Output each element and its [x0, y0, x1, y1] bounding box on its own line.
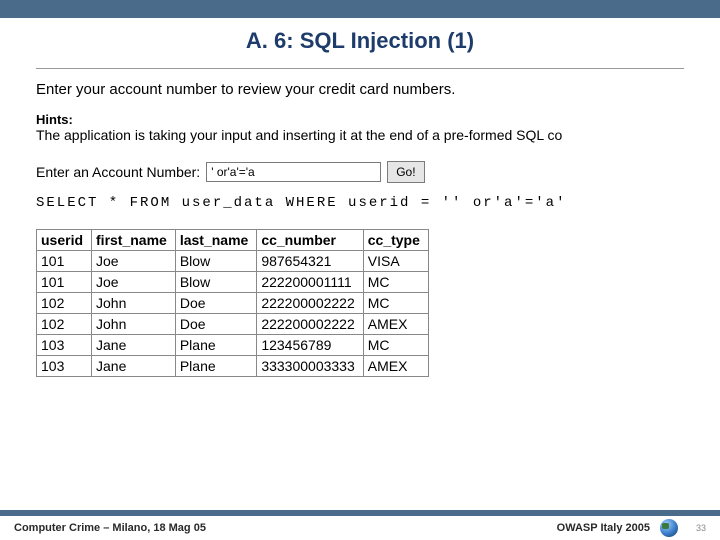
account-input[interactable] — [206, 162, 381, 182]
table-cell: Plane — [175, 335, 256, 356]
table-cell: MC — [363, 293, 428, 314]
table-cell: VISA — [363, 251, 428, 272]
col-header: first_name — [92, 230, 176, 251]
top-bar — [0, 0, 720, 18]
slide-title: A. 6: SQL Injection (1) — [0, 28, 720, 54]
table-row: 101JoeBlow987654321VISA — [37, 251, 429, 272]
table-cell: 222200002222 — [257, 293, 363, 314]
table-row: 102JohnDoe222200002222AMEX — [37, 314, 429, 335]
table-cell: 101 — [37, 251, 92, 272]
table-cell: MC — [363, 272, 428, 293]
table-cell: John — [92, 314, 176, 335]
footer-right: OWASP Italy 2005 — [557, 522, 650, 534]
table-cell: Jane — [92, 356, 176, 377]
table-cell: 222200002222 — [257, 314, 363, 335]
sql-query: SELECT * FROM user_data WHERE userid = '… — [36, 195, 684, 211]
table-row: 101JoeBlow222200001111MC — [37, 272, 429, 293]
table-row: 103JanePlane333300003333AMEX — [37, 356, 429, 377]
table-cell: Joe — [92, 251, 176, 272]
table-row: 102JohnDoe222200002222MC — [37, 293, 429, 314]
table-cell: 103 — [37, 335, 92, 356]
table-cell: Doe — [175, 293, 256, 314]
table-cell: Blow — [175, 272, 256, 293]
input-row: Enter an Account Number: Go! — [36, 161, 684, 183]
table-cell: Joe — [92, 272, 176, 293]
table-cell: AMEX — [363, 314, 428, 335]
table-cell: 102 — [37, 314, 92, 335]
table-cell: 333300003333 — [257, 356, 363, 377]
table-cell: MC — [363, 335, 428, 356]
footer: Computer Crime – Milano, 18 Mag 05 OWASP… — [0, 510, 720, 540]
table-cell: 987654321 — [257, 251, 363, 272]
col-header: cc_type — [363, 230, 428, 251]
col-header: userid — [37, 230, 92, 251]
globe-icon — [660, 519, 678, 537]
table-cell: Doe — [175, 314, 256, 335]
footer-left: Computer Crime – Milano, 18 Mag 05 — [14, 522, 206, 534]
table-cell: Jane — [92, 335, 176, 356]
col-header: last_name — [175, 230, 256, 251]
col-header: cc_number — [257, 230, 363, 251]
go-button[interactable]: Go! — [387, 161, 424, 183]
table-cell: 222200001111 — [257, 272, 363, 293]
table-row: 103JanePlane123456789MC — [37, 335, 429, 356]
table-cell: 101 — [37, 272, 92, 293]
prompt-text: Enter your account number to review your… — [36, 81, 684, 98]
hints-label: Hints: — [36, 112, 684, 127]
table-cell: 123456789 — [257, 335, 363, 356]
divider — [36, 68, 684, 69]
table-cell: AMEX — [363, 356, 428, 377]
results-table: useridfirst_namelast_namecc_numbercc_typ… — [36, 229, 429, 377]
table-cell: 103 — [37, 356, 92, 377]
page-number: 33 — [688, 523, 706, 533]
account-label: Enter an Account Number: — [36, 164, 200, 180]
table-cell: John — [92, 293, 176, 314]
table-cell: Plane — [175, 356, 256, 377]
hints-text: The application is taking your input and… — [36, 127, 684, 143]
table-cell: Blow — [175, 251, 256, 272]
table-cell: 102 — [37, 293, 92, 314]
